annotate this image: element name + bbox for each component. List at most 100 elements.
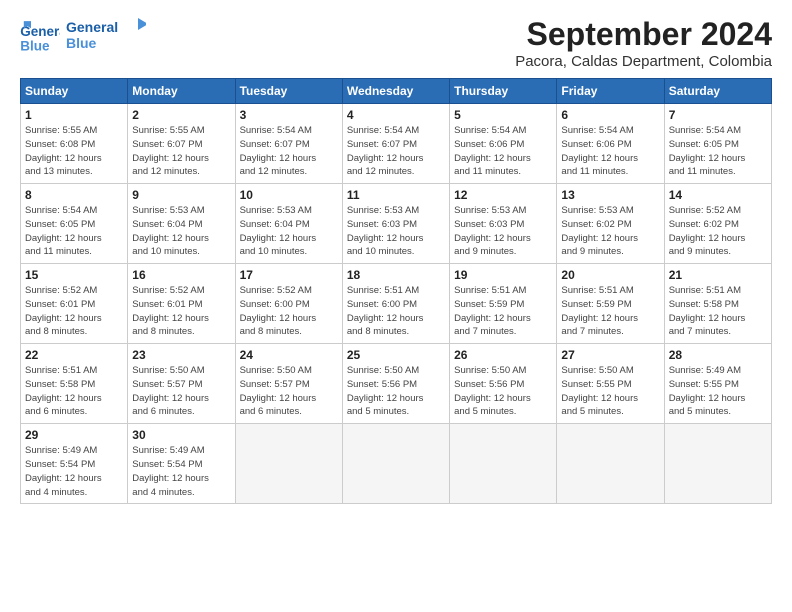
calendar-cell: 2 Sunrise: 5:55 AM Sunset: 6:07 PM Daylig… — [128, 104, 235, 184]
day-number: 2 — [132, 108, 230, 122]
day-info: Sunrise: 5:51 AM Sunset: 5:59 PM Dayligh… — [454, 284, 552, 339]
day-header-wednesday: Wednesday — [342, 79, 449, 104]
calendar-cell — [664, 424, 771, 504]
day-number: 29 — [25, 428, 123, 442]
day-info: Sunrise: 5:49 AM Sunset: 5:55 PM Dayligh… — [669, 364, 767, 419]
day-number: 10 — [240, 188, 338, 202]
calendar-cell — [450, 424, 557, 504]
calendar-cell: 7 Sunrise: 5:54 AM Sunset: 6:05 PM Daylig… — [664, 104, 771, 184]
day-number: 3 — [240, 108, 338, 122]
day-number: 18 — [347, 268, 445, 282]
day-info: Sunrise: 5:53 AM Sunset: 6:04 PM Dayligh… — [132, 204, 230, 259]
calendar-table: SundayMondayTuesdayWednesdayThursdayFrid… — [20, 78, 772, 504]
day-number: 11 — [347, 188, 445, 202]
day-number: 1 — [25, 108, 123, 122]
day-number: 19 — [454, 268, 552, 282]
day-number: 30 — [132, 428, 230, 442]
calendar-cell — [235, 424, 342, 504]
header-row: SundayMondayTuesdayWednesdayThursdayFrid… — [21, 79, 772, 104]
day-info: Sunrise: 5:54 AM Sunset: 6:05 PM Dayligh… — [25, 204, 123, 259]
calendar-cell — [557, 424, 664, 504]
calendar-cell: 9 Sunrise: 5:53 AM Sunset: 6:04 PM Daylig… — [128, 184, 235, 264]
calendar-cell: 24 Sunrise: 5:50 AM Sunset: 5:57 PM Dayli… — [235, 344, 342, 424]
day-info: Sunrise: 5:52 AM Sunset: 6:01 PM Dayligh… — [25, 284, 123, 339]
day-info: Sunrise: 5:53 AM Sunset: 6:03 PM Dayligh… — [347, 204, 445, 259]
week-row-2: 8Sunrise: 5:54 AM Sunset: 6:05 PM Daylig… — [21, 184, 772, 264]
day-header-friday: Friday — [557, 79, 664, 104]
subtitle: Pacora, Caldas Department, Colombia — [515, 53, 772, 70]
day-header-saturday: Saturday — [664, 79, 771, 104]
svg-text:Blue: Blue — [20, 38, 50, 53]
day-number: 14 — [669, 188, 767, 202]
day-number: 20 — [561, 268, 659, 282]
day-number: 22 — [25, 348, 123, 362]
day-info: Sunrise: 5:50 AM Sunset: 5:57 PM Dayligh… — [240, 364, 338, 419]
day-info: Sunrise: 5:52 AM Sunset: 6:00 PM Dayligh… — [240, 284, 338, 339]
calendar-cell: 16 Sunrise: 5:52 AM Sunset: 6:01 PM Dayli… — [128, 264, 235, 344]
calendar-cell: 17 Sunrise: 5:52 AM Sunset: 6:00 PM Dayli… — [235, 264, 342, 344]
day-number: 5 — [454, 108, 552, 122]
calendar-cell: 10Sunrise: 5:53 AM Sunset: 6:04 PM Dayli… — [235, 184, 342, 264]
header: General Blue General Blue September 2024… — [20, 16, 772, 70]
calendar-cell: 5 Sunrise: 5:54 AM Sunset: 6:06 PM Daylig… — [450, 104, 557, 184]
day-number: 9 — [132, 188, 230, 202]
month-title: September 2024 — [515, 16, 772, 53]
calendar-cell: 21 Sunrise: 5:51 AM Sunset: 5:58 PM Dayli… — [664, 264, 771, 344]
week-row-4: 22 Sunrise: 5:51 AM Sunset: 5:58 PM Dayli… — [21, 344, 772, 424]
day-info: Sunrise: 5:55 AM Sunset: 6:08 PM Dayligh… — [25, 124, 123, 179]
calendar-cell: 22 Sunrise: 5:51 AM Sunset: 5:58 PM Dayli… — [21, 344, 128, 424]
svg-text:General: General — [66, 19, 118, 35]
day-info: Sunrise: 5:52 AM Sunset: 6:02 PM Dayligh… — [669, 204, 767, 259]
calendar-cell: 6Sunrise: 5:54 AM Sunset: 6:06 PM Daylig… — [557, 104, 664, 184]
day-number: 17 — [240, 268, 338, 282]
calendar-cell: 13 Sunrise: 5:53 AM Sunset: 6:02 PM Dayli… — [557, 184, 664, 264]
day-info: Sunrise: 5:54 AM Sunset: 6:05 PM Dayligh… — [669, 124, 767, 179]
calendar-cell: 23Sunrise: 5:50 AM Sunset: 5:57 PM Dayli… — [128, 344, 235, 424]
day-number: 16 — [132, 268, 230, 282]
day-header-thursday: Thursday — [450, 79, 557, 104]
week-row-1: 1 Sunrise: 5:55 AM Sunset: 6:08 PM Daylig… — [21, 104, 772, 184]
day-info: Sunrise: 5:53 AM Sunset: 6:02 PM Dayligh… — [561, 204, 659, 259]
day-number: 24 — [240, 348, 338, 362]
calendar-cell: 3Sunrise: 5:54 AM Sunset: 6:07 PM Daylig… — [235, 104, 342, 184]
week-row-5: 29 Sunrise: 5:49 AM Sunset: 5:54 PM Dayli… — [21, 424, 772, 504]
calendar-cell: 11 Sunrise: 5:53 AM Sunset: 6:03 PM Dayli… — [342, 184, 449, 264]
calendar-cell: 26 Sunrise: 5:50 AM Sunset: 5:56 PM Dayli… — [450, 344, 557, 424]
day-info: Sunrise: 5:51 AM Sunset: 5:58 PM Dayligh… — [25, 364, 123, 419]
calendar-cell: 30 Sunrise: 5:49 AM Sunset: 5:54 PM Dayli… — [128, 424, 235, 504]
calendar-cell: 20 Sunrise: 5:51 AM Sunset: 5:59 PM Dayli… — [557, 264, 664, 344]
day-info: Sunrise: 5:51 AM Sunset: 5:59 PM Dayligh… — [561, 284, 659, 339]
week-row-3: 15 Sunrise: 5:52 AM Sunset: 6:01 PM Dayli… — [21, 264, 772, 344]
logo: General Blue General Blue — [20, 16, 146, 59]
day-number: 13 — [561, 188, 659, 202]
day-number: 26 — [454, 348, 552, 362]
day-number: 15 — [25, 268, 123, 282]
title-block: September 2024 Pacora, Caldas Department… — [515, 16, 772, 70]
day-number: 12 — [454, 188, 552, 202]
calendar-cell: 14 Sunrise: 5:52 AM Sunset: 6:02 PM Dayli… — [664, 184, 771, 264]
calendar-cell: 19 Sunrise: 5:51 AM Sunset: 5:59 PM Dayli… — [450, 264, 557, 344]
day-header-tuesday: Tuesday — [235, 79, 342, 104]
day-number: 4 — [347, 108, 445, 122]
day-info: Sunrise: 5:50 AM Sunset: 5:56 PM Dayligh… — [347, 364, 445, 419]
logo-svg: General Blue — [66, 16, 146, 54]
day-info: Sunrise: 5:50 AM Sunset: 5:56 PM Dayligh… — [454, 364, 552, 419]
day-header-monday: Monday — [128, 79, 235, 104]
day-info: Sunrise: 5:49 AM Sunset: 5:54 PM Dayligh… — [132, 444, 230, 499]
day-info: Sunrise: 5:54 AM Sunset: 6:06 PM Dayligh… — [454, 124, 552, 179]
day-number: 21 — [669, 268, 767, 282]
calendar-cell: 4Sunrise: 5:54 AM Sunset: 6:07 PM Daylig… — [342, 104, 449, 184]
day-header-sunday: Sunday — [21, 79, 128, 104]
day-info: Sunrise: 5:55 AM Sunset: 6:07 PM Dayligh… — [132, 124, 230, 179]
day-info: Sunrise: 5:50 AM Sunset: 5:55 PM Dayligh… — [561, 364, 659, 419]
calendar-cell: 27Sunrise: 5:50 AM Sunset: 5:55 PM Dayli… — [557, 344, 664, 424]
day-info: Sunrise: 5:51 AM Sunset: 5:58 PM Dayligh… — [669, 284, 767, 339]
calendar-cell: 25Sunrise: 5:50 AM Sunset: 5:56 PM Dayli… — [342, 344, 449, 424]
day-info: Sunrise: 5:52 AM Sunset: 6:01 PM Dayligh… — [132, 284, 230, 339]
calendar-cell — [342, 424, 449, 504]
day-info: Sunrise: 5:54 AM Sunset: 6:06 PM Dayligh… — [561, 124, 659, 179]
calendar-cell: 15 Sunrise: 5:52 AM Sunset: 6:01 PM Dayli… — [21, 264, 128, 344]
day-number: 7 — [669, 108, 767, 122]
calendar-cell: 8Sunrise: 5:54 AM Sunset: 6:05 PM Daylig… — [21, 184, 128, 264]
calendar-cell: 1 Sunrise: 5:55 AM Sunset: 6:08 PM Daylig… — [21, 104, 128, 184]
